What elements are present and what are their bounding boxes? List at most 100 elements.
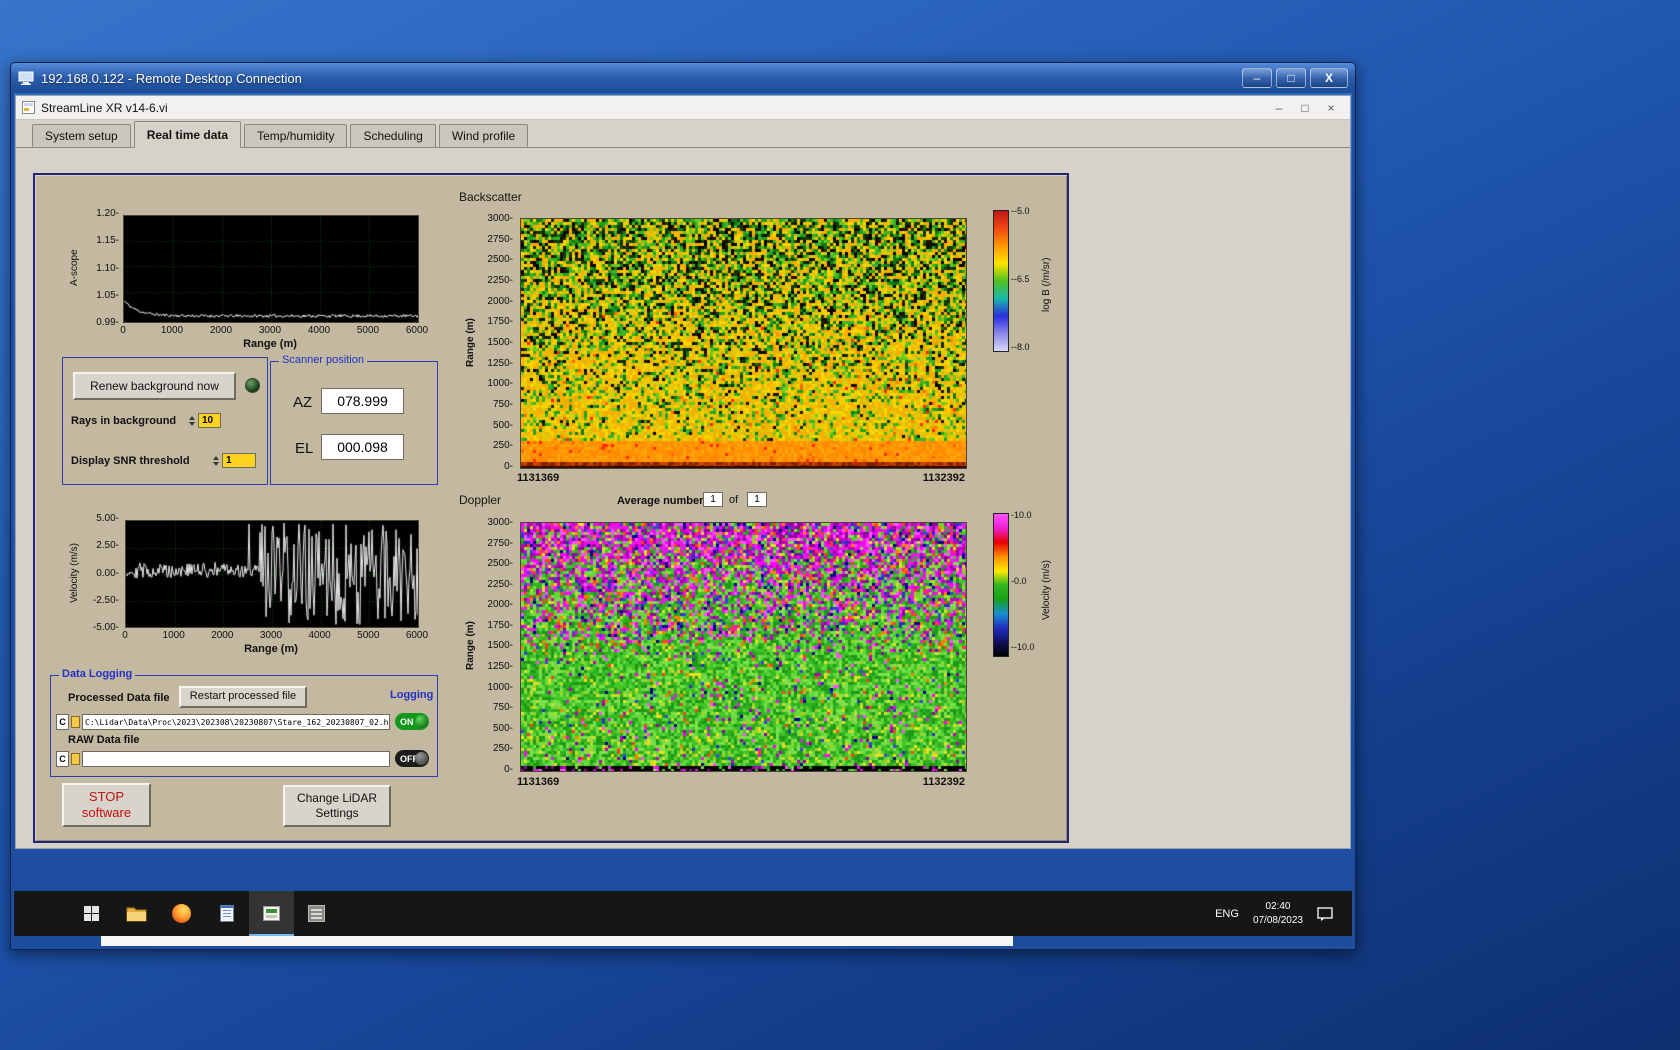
backscatter-colorbar-label: log B (/m/sr) (1041, 257, 1052, 313)
velocity-x-tick: 0 (122, 630, 128, 641)
ascope-x-tick: 0 (120, 325, 126, 336)
scan-scheduler-icon (308, 905, 325, 922)
minimize-button[interactable]: – (1242, 68, 1272, 88)
ascope-x-tick: 6000 (405, 325, 429, 336)
processed-browse-icon[interactable] (71, 716, 80, 728)
tab-scheduling[interactable]: Scheduling (350, 124, 436, 147)
el-value-field[interactable]: 000.098 (321, 434, 404, 460)
average-of-label: of (729, 494, 739, 506)
tab-wind-profile[interactable]: Wind profile (438, 124, 529, 147)
start-button[interactable] (69, 891, 114, 936)
average-number-field[interactable]: 1 (703, 492, 723, 507)
restart-processed-file-button[interactable]: Restart processed file (179, 686, 307, 708)
rays-spinner[interactable] (187, 413, 196, 428)
file-explorer-button[interactable] (114, 891, 159, 936)
tab-temp-humidity[interactable]: Temp/humidity (244, 124, 348, 147)
doppler-y-tick: 2500 (487, 558, 513, 569)
velocity-y-axis-label: Velocity (m/s) (69, 543, 80, 604)
velocity-x-tick: 6000 (405, 630, 429, 641)
el-label: EL (295, 440, 314, 457)
rdp-computer-icon (18, 71, 34, 85)
velocity-y-tick: 5.00 (96, 513, 119, 524)
vi-icon (22, 101, 35, 114)
taskbar-edge-strip (101, 936, 1013, 946)
app-titlebar[interactable]: StreamLine XR v14-6.vi – □ × (16, 96, 1350, 120)
backscatter-y-tick: 250 (493, 440, 513, 451)
streamline-app-icon (263, 906, 280, 921)
clock-date: 07/08/2023 (1252, 914, 1303, 926)
scan-scheduler-button[interactable] (294, 891, 339, 936)
backscatter-title: Backscatter (459, 190, 522, 204)
close-button[interactable]: X (1310, 68, 1348, 88)
ascope-y-axis-label: A-scope (69, 249, 80, 287)
snr-threshold-label: Display SNR threshold (71, 455, 190, 467)
backscatter-y-tick: 2500 (487, 254, 513, 265)
rdp-window: 192.168.0.122 - Remote Desktop Connectio… (10, 62, 1356, 950)
app-title: StreamLine XR v14-6.vi (41, 100, 168, 115)
processed-drive-selector[interactable]: C (56, 714, 69, 730)
backscatter-y-axis-label: Range (m) (465, 318, 476, 367)
processed-logging-toggle[interactable]: ON (395, 713, 429, 730)
stop-software-button[interactable]: STOP software (62, 783, 151, 827)
doppler-colorbar-tick: 10.0 (1011, 510, 1032, 520)
raw-logging-toggle[interactable]: OFF (395, 750, 429, 767)
rays-value-field[interactable]: 10 (198, 413, 221, 428)
app-close-button[interactable]: × (1318, 97, 1344, 119)
stop-software-label: STOP software (81, 788, 132, 820)
average-number-label: Average number (617, 495, 704, 507)
backscatter-y-tick: 500 (493, 420, 513, 431)
notepad-button[interactable] (204, 891, 249, 936)
ascope-y-ticks: 1.201.151.101.050.99 (85, 208, 119, 328)
app-restore-button[interactable]: □ (1292, 97, 1318, 119)
raw-drive-selector[interactable]: C (56, 751, 69, 767)
az-label: AZ (293, 394, 313, 411)
backscatter-y-tick: 750 (493, 399, 513, 410)
processed-path-input[interactable]: C:\Lidar\Data\Proc\2023\202308\20230807\… (82, 714, 390, 730)
snr-spinner[interactable] (211, 453, 220, 468)
logging-label: Logging (390, 689, 434, 701)
ascope-x-ticks: 0 1000 2000 3000 4000 5000 6000 (106, 325, 434, 336)
ascope-y-tick: 1.20 (96, 208, 119, 219)
renew-background-button[interactable]: Renew background now (73, 372, 236, 400)
tab-system-setup[interactable]: System setup (32, 124, 131, 147)
tab-real-time-data[interactable]: Real time data (133, 121, 242, 148)
rdp-titlebar[interactable]: 192.168.0.122 - Remote Desktop Connectio… (11, 63, 1355, 93)
az-value-field[interactable]: 078.999 (321, 388, 404, 414)
snr-value-field[interactable]: 1 (222, 453, 256, 468)
notification-icon[interactable] (1317, 906, 1334, 922)
average-total-field[interactable]: 1 (747, 492, 767, 507)
app-minimize-button[interactable]: – (1266, 97, 1292, 119)
backscatter-x-start: 1131369 (517, 472, 560, 484)
scanner-position-title: Scanner position (279, 354, 367, 366)
backscatter-colorbar (993, 210, 1009, 352)
doppler-colorbar (993, 513, 1009, 657)
doppler-y-tick: 1250 (487, 661, 513, 672)
backscatter-y-tick: 2000 (487, 296, 513, 307)
doppler-y-tick: 1750 (487, 620, 513, 631)
scanner-position-box: Scanner position AZ 078.999 EL 000.098 (270, 354, 438, 485)
doppler-y-tick: 2000 (487, 599, 513, 610)
backscatter-heatmap (520, 218, 967, 469)
data-logging-box: Data Logging Processed Data file Restart… (50, 668, 438, 777)
doppler-colorbar-tick: 0.0 (1011, 576, 1027, 586)
velocity-x-tick: 4000 (308, 630, 331, 641)
firefox-button[interactable] (159, 891, 204, 936)
raw-path-input[interactable] (82, 751, 390, 767)
backscatter-colorbar-tick: -6.5 (1011, 274, 1030, 284)
doppler-y-tick: 0 (504, 764, 513, 775)
velocity-x-axis-label: Range (m) (244, 643, 298, 655)
maximize-button[interactable]: □ (1276, 68, 1306, 88)
doppler-y-tick: 1500 (487, 640, 513, 651)
streamline-app-button[interactable] (249, 891, 294, 936)
language-indicator[interactable]: ENG (1215, 908, 1239, 920)
doppler-x-start: 1131369 (517, 776, 560, 788)
raw-browse-icon[interactable] (71, 753, 80, 765)
backscatter-y-tick: 2750 (487, 234, 513, 245)
change-lidar-settings-button[interactable]: Change LiDAR Settings (283, 785, 391, 827)
tab-bar: System setup Real time data Temp/humidit… (16, 120, 1350, 148)
ascope-x-tick: 5000 (356, 325, 380, 336)
remote-desktop: StreamLine XR v14-6.vi – □ × System setu… (14, 93, 1352, 946)
data-logging-title: Data Logging (59, 668, 136, 680)
ascope-y-tick: 1.05 (96, 290, 119, 301)
taskbar-clock[interactable]: 02:40 07/08/2023 (1253, 900, 1303, 927)
